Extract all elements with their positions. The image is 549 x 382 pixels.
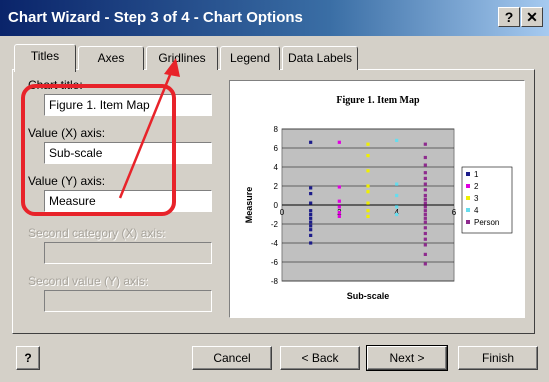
data-point: [337, 211, 341, 215]
data-point: [395, 205, 399, 209]
data-point: [309, 201, 313, 205]
data-point: [309, 241, 313, 245]
data-point: [423, 212, 427, 217]
data-point: [309, 224, 313, 228]
help-button[interactable]: ?: [16, 346, 40, 370]
data-point: [423, 209, 427, 213]
data-point: [423, 205, 427, 209]
data-point: [309, 228, 313, 232]
y-tick-label: -4: [271, 239, 279, 248]
y-tick-label: -8: [271, 277, 279, 286]
y-tick-label: -2: [271, 220, 279, 229]
data-point: [337, 199, 341, 203]
y-tick-label: 6: [274, 144, 279, 153]
data-point: [337, 185, 341, 189]
legend-marker: [466, 220, 470, 224]
y-axis-title: Measure: [244, 187, 254, 224]
data-point: [366, 184, 370, 188]
data-point: [309, 233, 313, 237]
data-point: [309, 212, 313, 217]
data-point: [337, 140, 341, 144]
data-point: [423, 243, 427, 247]
data-point: [395, 212, 399, 217]
y-tick-label: 2: [274, 182, 279, 191]
data-point: [423, 142, 427, 146]
data-point: [423, 220, 427, 224]
y-tick-label: -6: [271, 258, 279, 267]
data-point: [423, 176, 427, 180]
data-point: [309, 140, 313, 144]
data-point: [309, 186, 313, 190]
data-point: [366, 169, 370, 173]
data-point: [423, 171, 427, 175]
data-point: [423, 252, 427, 256]
data-point: [423, 197, 427, 201]
cancel-button[interactable]: Cancel: [192, 346, 272, 370]
data-point: [423, 182, 427, 186]
data-point: [423, 237, 427, 241]
data-point: [309, 192, 313, 196]
data-point: [395, 182, 399, 186]
finish-button[interactable]: Finish: [458, 346, 538, 370]
data-point: [366, 214, 370, 218]
x-axis-title: Sub-scale: [347, 291, 390, 301]
data-point: [423, 193, 427, 198]
legend-marker: [466, 208, 470, 212]
legend-entry: 3: [474, 194, 479, 203]
data-point: [309, 216, 313, 220]
data-point: [395, 138, 399, 142]
data-point: [366, 154, 370, 158]
data-point: [366, 142, 370, 146]
y-tick-label: 8: [274, 125, 279, 134]
legend-marker: [466, 184, 470, 188]
data-point: [337, 205, 341, 209]
legend-entry: 2: [474, 182, 479, 191]
data-point: [423, 155, 427, 160]
back-button[interactable]: < Back: [280, 346, 360, 370]
data-point: [366, 209, 370, 213]
data-point: [423, 201, 427, 205]
next-button[interactable]: Next >: [366, 345, 448, 371]
legend-entry: 1: [474, 170, 479, 179]
data-point: [309, 220, 313, 224]
x-tick-label: 6: [452, 208, 457, 217]
legend-entry: Person: [474, 218, 499, 227]
data-point: [395, 193, 399, 198]
legend-entry: 4: [474, 206, 479, 215]
data-point: [366, 201, 370, 205]
data-point: [309, 209, 313, 213]
x-tick-label: 0: [280, 208, 285, 217]
data-point: [337, 214, 341, 218]
tab-titles[interactable]: Titles: [14, 44, 76, 72]
legend-marker: [466, 196, 470, 200]
data-point: [423, 163, 427, 167]
y-tick-label: 0: [274, 201, 279, 210]
data-point: [423, 231, 427, 236]
chart-svg: 86420-2-4-6-80246Figure 1. Item MapSub-s…: [244, 95, 513, 301]
data-point: [423, 188, 427, 192]
chart-preview: 86420-2-4-6-80246Figure 1. Item MapSub-s…: [229, 80, 525, 318]
legend-marker: [466, 172, 470, 176]
data-point: [423, 262, 427, 266]
data-point: [423, 226, 427, 230]
data-point: [366, 190, 370, 194]
data-point: [423, 216, 427, 220]
y-tick-label: 4: [274, 163, 279, 172]
chart-title: Figure 1. Item Map: [336, 95, 420, 106]
